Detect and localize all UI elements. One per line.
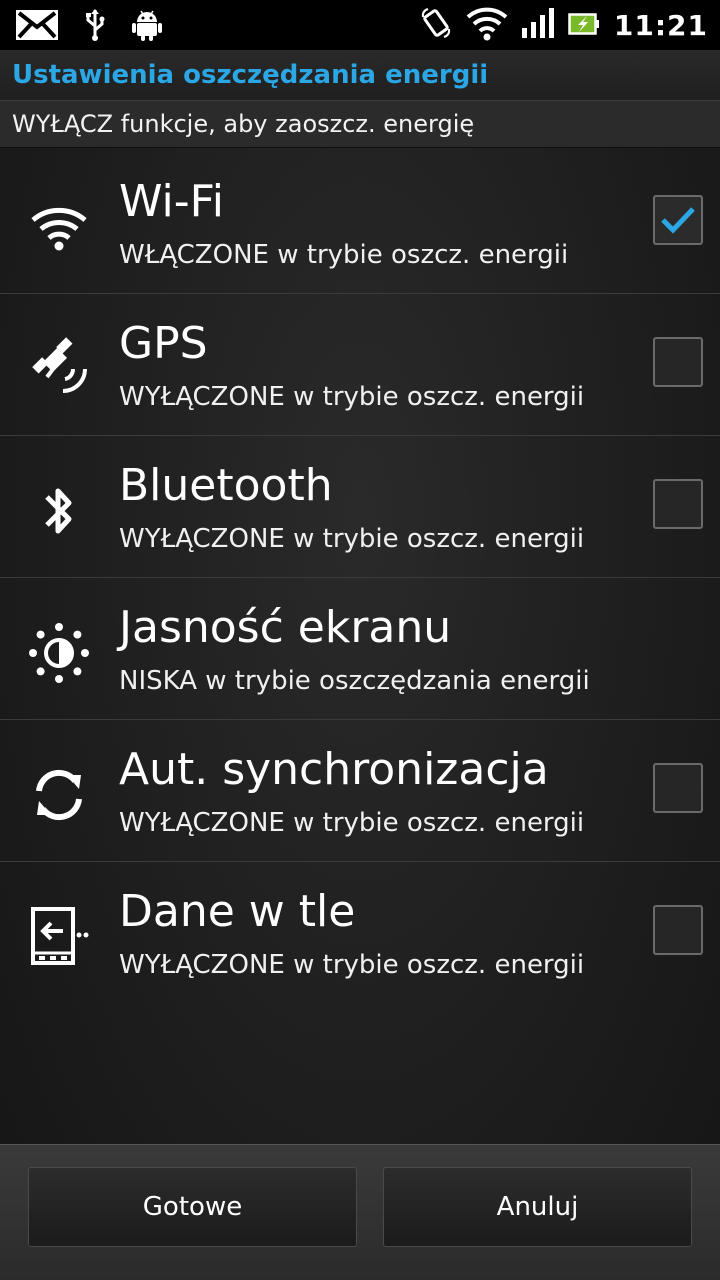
gps-checkbox[interactable]	[653, 337, 703, 387]
setting-row-wifi[interactable]: Wi-Fi WŁĄCZONE w trybie oszcz. energii	[0, 152, 720, 294]
setting-title: Wi-Fi	[119, 176, 224, 227]
auto-sync-checkbox[interactable]	[653, 763, 703, 813]
setting-subtitle: WYŁĄCZONE w trybie oszcz. energii	[119, 950, 585, 980]
setting-subtitle: WŁĄCZONE w trybie oszcz. energii	[119, 240, 569, 270]
wifi-checkbox[interactable]	[653, 195, 703, 245]
setting-title: GPS	[119, 318, 208, 369]
setting-row-gps[interactable]: GPS WYŁĄCZONE w trybie oszcz. energii	[0, 294, 720, 436]
rotate-icon	[420, 7, 452, 43]
section-header-text: WYŁĄCZ funkcje, aby zaoszcz. energię	[12, 110, 475, 138]
setting-subtitle: WYŁĄCZONE w trybie oszcz. energii	[119, 808, 585, 838]
bluetooth-icon	[24, 476, 94, 546]
usb-icon	[84, 8, 106, 42]
gps-icon	[24, 334, 94, 404]
background-data-icon	[24, 902, 94, 972]
wifi-icon	[24, 192, 94, 262]
title-bar: Ustawienia oszczędzania energii	[0, 50, 720, 101]
bluetooth-checkbox[interactable]	[653, 479, 703, 529]
setting-subtitle: NISKA w trybie oszczędzania energii	[119, 666, 590, 696]
status-bar: 11:21	[0, 0, 720, 50]
done-button[interactable]: Gotowe	[28, 1167, 357, 1247]
mail-icon	[16, 10, 58, 40]
wifi-signal-icon	[466, 5, 508, 45]
setting-row-auto-sync[interactable]: Aut. synchronizacja WYŁĄCZONE w trybie o…	[0, 720, 720, 862]
setting-title: Jasność ekranu	[119, 602, 452, 653]
cell-signal-icon	[521, 8, 554, 42]
android-debug-icon	[132, 9, 162, 41]
setting-row-background-data[interactable]: Dane w tle WYŁĄCZONE w trybie oszcz. ene…	[0, 862, 720, 1003]
setting-subtitle: WYŁĄCZONE w trybie oszcz. energii	[119, 524, 585, 554]
sync-icon	[24, 760, 94, 830]
setting-title: Aut. synchronizacja	[119, 744, 549, 795]
setting-row-brightness[interactable]: Jasność ekranu NISKA w trybie oszczędzan…	[0, 578, 720, 720]
cancel-button[interactable]: Anuluj	[383, 1167, 692, 1247]
page-title: Ustawienia oszczędzania energii	[12, 60, 489, 90]
setting-title: Dane w tle	[119, 886, 356, 937]
background-data-checkbox[interactable]	[653, 905, 703, 955]
button-bar: Gotowe Anuluj	[0, 1144, 720, 1280]
status-clock: 11:21	[613, 8, 708, 42]
setting-title: Bluetooth	[119, 460, 333, 511]
brightness-icon	[24, 618, 94, 688]
power-saving-settings-screen: 11:21 Ustawienia oszczędzania energii WY…	[0, 0, 720, 1280]
setting-subtitle: WYŁĄCZONE w trybie oszcz. energii	[119, 382, 585, 412]
settings-list: Wi-Fi WŁĄCZONE w trybie oszcz. energii G…	[0, 152, 720, 1003]
setting-row-bluetooth[interactable]: Bluetooth WYŁĄCZONE w trybie oszcz. ener…	[0, 436, 720, 578]
section-header: WYŁĄCZ funkcje, aby zaoszcz. energię	[0, 101, 720, 148]
checkmark-icon	[661, 207, 695, 234]
battery-charging-icon	[568, 10, 600, 40]
